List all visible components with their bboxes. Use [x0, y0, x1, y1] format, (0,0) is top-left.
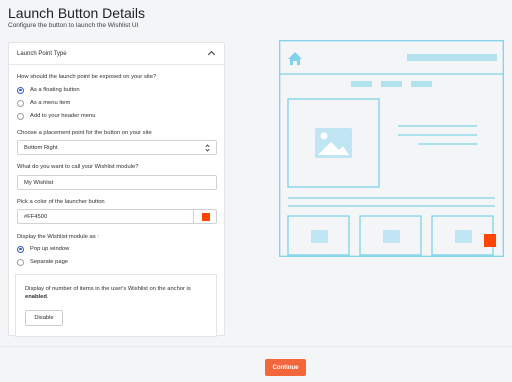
launch-point-header-label: Launch Point Type [17, 51, 67, 57]
image-icon [315, 128, 352, 158]
radio-menu-item-control[interactable] [17, 99, 24, 107]
exposure-question: How should the launch point be exposed o… [17, 74, 157, 80]
item-count-text: Display of number of items in the user's… [25, 285, 210, 301]
page-title: Launch Button Details [8, 5, 145, 21]
preview-nav-item-1 [351, 81, 372, 87]
image-icon [311, 230, 328, 243]
continue-button[interactable]: Continue [265, 359, 306, 376]
color-swatch[interactable] [202, 213, 210, 221]
module-name-question: What do you want to call your Wishlist m… [17, 164, 139, 170]
preview-card-images [311, 230, 472, 243]
preview-text-lines [398, 125, 477, 145]
radio-pop-up-window-control[interactable] [17, 245, 24, 253]
radio-separate-page-label: Separate page [30, 259, 69, 265]
placement-select[interactable]: Bottom Right [17, 140, 217, 155]
item-count-status-suffix: . [46, 294, 49, 300]
image-icon [455, 230, 472, 243]
image-icon [383, 230, 400, 243]
radio-menu-item-label: As a menu item [30, 100, 71, 106]
radio-separate-page[interactable]: Separate page [17, 258, 68, 266]
radio-separate-page-control[interactable] [17, 258, 24, 266]
radio-menu-item[interactable]: As a menu item [17, 99, 70, 107]
select-arrows-icon [205, 144, 210, 152]
launcher-color-input[interactable]: #FF4500 [17, 209, 217, 224]
module-name-input[interactable]: My Wishlist [17, 175, 217, 190]
radio-header-menu[interactable]: Add to your header menu [17, 112, 95, 120]
radio-header-menu-control[interactable] [17, 112, 24, 120]
radio-header-menu-label: Add to your header menu [30, 113, 96, 119]
launch-point-header[interactable]: Launch Point Type [9, 43, 224, 65]
launcher-color-question: Pick a color of the launcher button [17, 199, 105, 205]
page-subtitle: Configure the button to launch the Wishl… [8, 22, 139, 29]
radio-floating-button-control[interactable] [17, 86, 24, 94]
color-field-divider [193, 210, 194, 223]
radio-pop-up-window-label: Pop up window [30, 246, 70, 252]
preview-launcher-button [484, 234, 496, 247]
item-count-status: enabled [25, 294, 47, 300]
display-mode-question: Display the Wishlist module as : [17, 234, 99, 240]
launcher-color-value: #FF4500 [24, 214, 48, 220]
preview-frame [279, 40, 504, 257]
placement-question: Choose a placement point for the button … [17, 130, 152, 136]
chevron-up-icon[interactable] [207, 50, 216, 59]
home-icon [288, 52, 302, 65]
preview-nav-item-2 [381, 81, 402, 87]
radio-pop-up-window[interactable]: Pop up window [17, 245, 69, 253]
item-count-box: Display of number of items in the user's… [15, 274, 217, 337]
preview-nav-bar [407, 54, 497, 61]
module-name-value: My Wishlist [24, 180, 54, 186]
item-count-description: Display of number of items in the user's… [25, 286, 191, 292]
footer-divider [0, 346, 512, 347]
placement-select-value: Bottom Right [24, 145, 58, 151]
preview-nav-items [351, 81, 432, 87]
radio-floating-button[interactable]: As a floating button [17, 86, 80, 94]
disable-button[interactable]: Disable [25, 310, 63, 326]
preview-nav-item-3 [411, 81, 432, 87]
wishlist-preview [279, 40, 504, 257]
radio-floating-button-label: As a floating button [30, 87, 80, 93]
